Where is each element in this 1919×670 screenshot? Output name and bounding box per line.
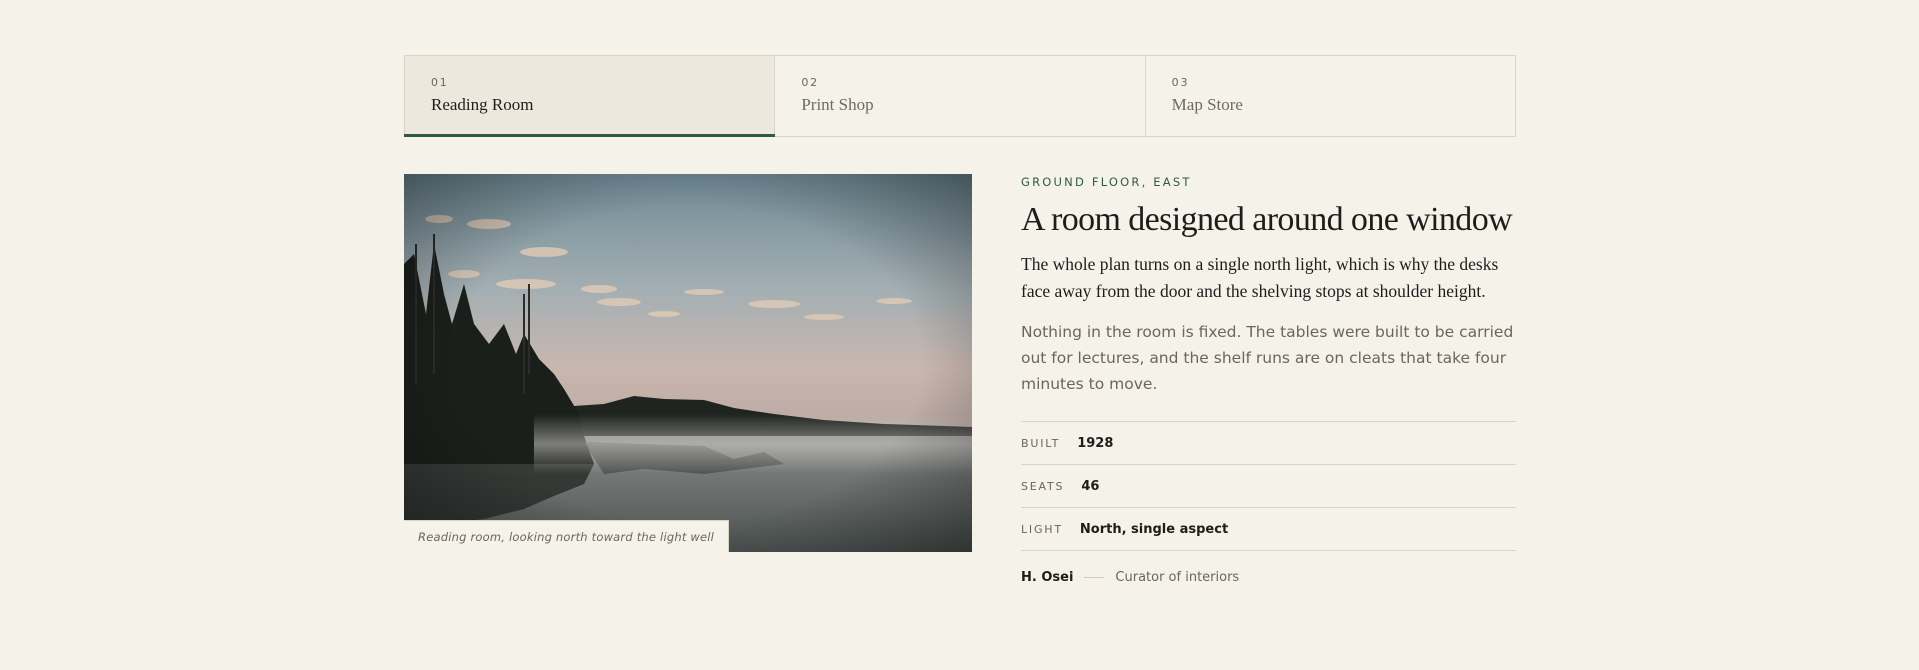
section-heading: A room designed around one window bbox=[1021, 201, 1513, 238]
tab-map-store[interactable]: 03 Map Store bbox=[1146, 56, 1515, 136]
room-photo: Reading room, looking north toward the l… bbox=[404, 174, 972, 552]
author-role: Curator of interiors bbox=[1115, 570, 1240, 586]
facts-list: BUILT 1928 SEATS 46 LIGHT North, single … bbox=[1021, 421, 1516, 552]
tab-number: 02 bbox=[801, 76, 819, 89]
tab-number: 03 bbox=[1171, 76, 1190, 89]
byline-divider bbox=[1084, 577, 1105, 579]
tab-bar: 01 Reading Room 02 Print Shop 03 Map Sto… bbox=[403, 55, 1516, 137]
fact-row-light: LIGHT North, single aspect bbox=[1021, 508, 1516, 552]
tab-label: Print Shop bbox=[801, 95, 874, 114]
fact-row-built: BUILT 1928 bbox=[1021, 422, 1516, 466]
fact-row-seats: SEATS 46 bbox=[1021, 465, 1516, 509]
lede-paragraph: The whole plan turns on a single north l… bbox=[1021, 254, 1499, 302]
fact-key: BUILT bbox=[1021, 436, 1061, 450]
tab-number: 01 bbox=[431, 76, 449, 89]
lake-landscape-image bbox=[404, 174, 972, 552]
fact-value: 1928 bbox=[1077, 435, 1114, 451]
tab-label: Reading Room bbox=[431, 95, 534, 114]
fact-value: 46 bbox=[1081, 478, 1100, 494]
tab-label: Map Store bbox=[1171, 95, 1243, 114]
location-eyebrow: GROUND FLOOR, EAST bbox=[1021, 175, 1192, 189]
photo-caption: Reading room, looking north toward the l… bbox=[404, 520, 730, 552]
page-container: 01 Reading Room 02 Print Shop 03 Map Sto… bbox=[403, 55, 1516, 585]
author-name: H. Osei bbox=[1021, 570, 1074, 586]
body-paragraph: Nothing in the room is fixed. The tables… bbox=[1021, 323, 1514, 394]
byline: H. Osei Curator of interiors bbox=[1021, 570, 1516, 585]
tab-reading-room[interactable]: 01 Reading Room bbox=[403, 56, 776, 137]
fact-value: North, single aspect bbox=[1079, 521, 1229, 537]
tab-print-shop[interactable]: 02 Print Shop bbox=[775, 56, 1146, 136]
room-details: GROUND FLOOR, EAST A room designed aroun… bbox=[1021, 174, 1516, 585]
tab-panel: Reading room, looking north toward the l… bbox=[404, 174, 1516, 585]
fact-key: SEATS bbox=[1021, 479, 1065, 493]
fact-key: LIGHT bbox=[1021, 522, 1063, 536]
